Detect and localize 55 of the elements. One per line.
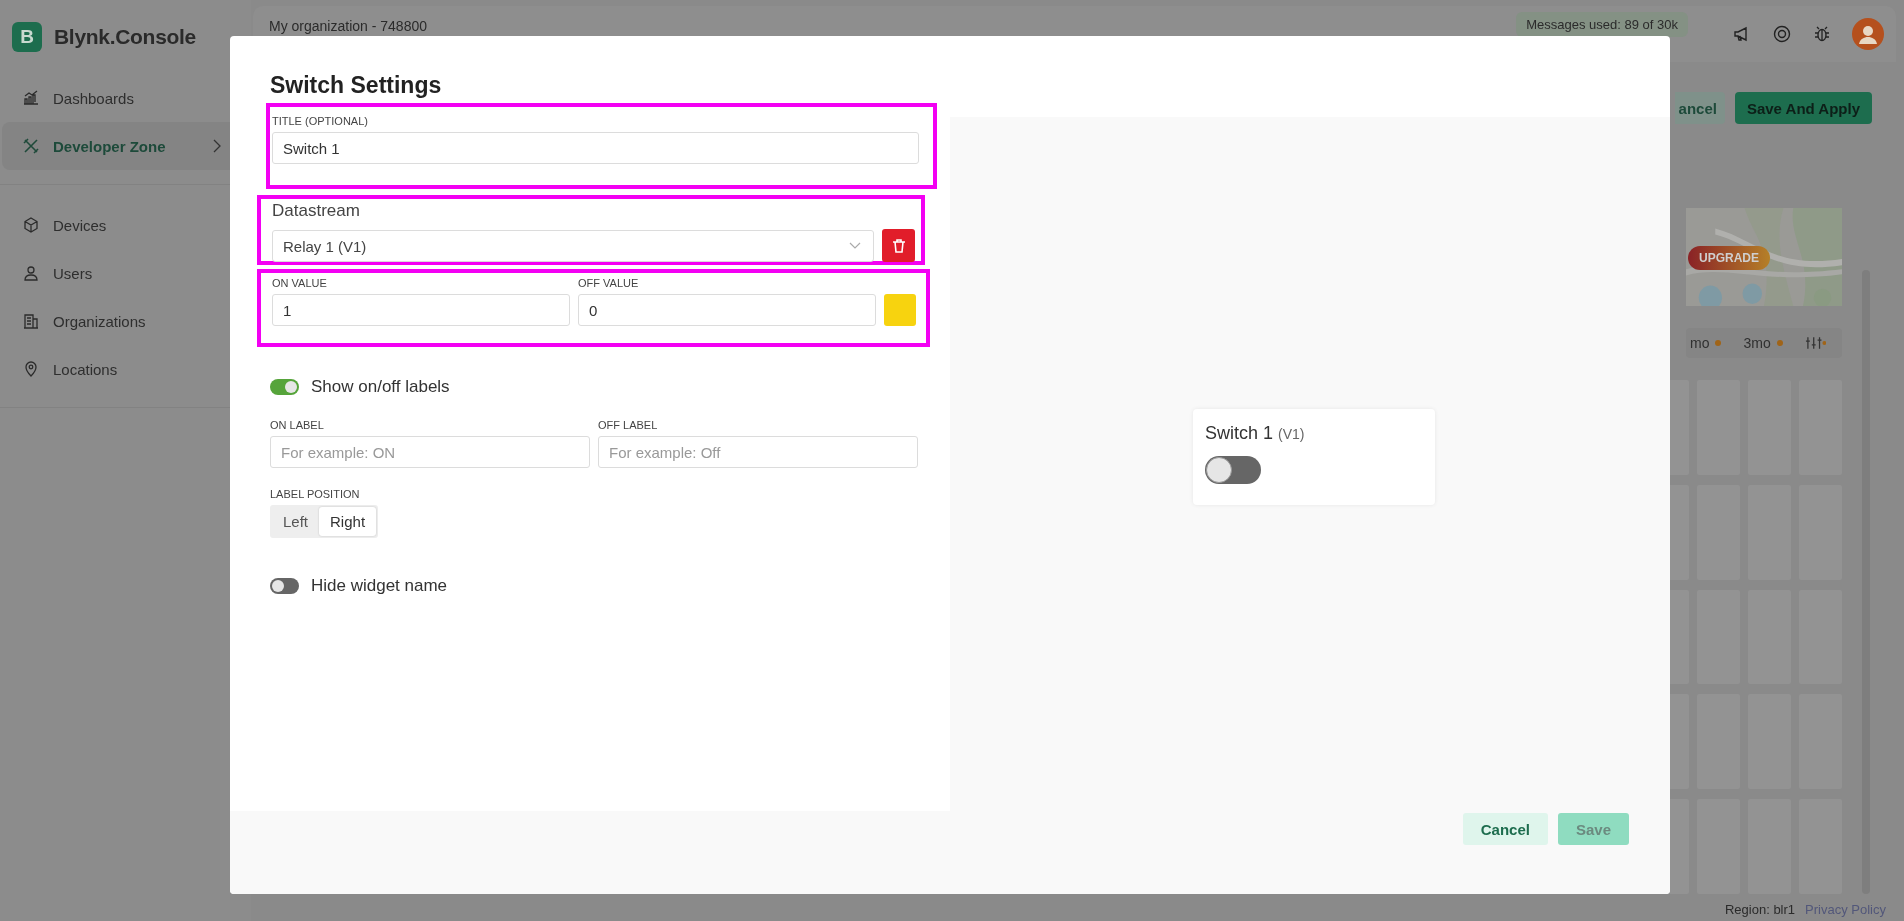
sidebar-item[interactable]: Dashboards (2, 74, 249, 122)
toggle-switch[interactable] (270, 578, 299, 594)
dialog-button[interactable]: Cancel (1462, 813, 1548, 845)
field-label: TITLE (OPTIONAL) (272, 115, 369, 127)
off-value-input[interactable]: 0 (578, 294, 876, 326)
pin-icon (22, 360, 40, 378)
toggle-switch[interactable] (270, 379, 299, 395)
toggle-label: Hide widget name (311, 576, 448, 596)
delete-button[interactable] (882, 229, 915, 262)
sidebar-item[interactable]: Users (2, 249, 249, 297)
brand-name: Blynk.Console (54, 25, 196, 49)
segment-option[interactable]: Right (319, 507, 377, 536)
color-swatch[interactable] (884, 294, 916, 326)
avatar[interactable] (1852, 18, 1884, 50)
on-label-input[interactable]: For example: ON (270, 436, 590, 468)
on-value-input[interactable]: 1 (272, 294, 570, 326)
caret-icon (849, 242, 861, 250)
widget-title: Switch 1 (1205, 423, 1274, 444)
help-icon[interactable] (1772, 24, 1792, 44)
sidebar-item[interactable]: Organizations (2, 297, 249, 345)
trash-icon (890, 237, 907, 254)
field-label: ON LABEL (270, 419, 325, 431)
off-label-input[interactable]: For example: Off (598, 436, 918, 468)
sliders-icon[interactable] (1804, 336, 1826, 350)
toggle-label: Show on/off labels (311, 377, 450, 397)
header-button[interactable]: ancel (1674, 92, 1725, 124)
chart-icon (22, 89, 40, 107)
cube-icon (22, 216, 40, 234)
sidebar-item[interactable]: Devices (2, 201, 249, 249)
user-icon (22, 264, 40, 282)
datastream-select[interactable]: Relay 1 (V1) (272, 230, 874, 262)
pin-label: (V1) (1278, 426, 1305, 442)
header-button[interactable]: Save And Apply (1734, 92, 1872, 124)
section-heading: Datastream (272, 201, 361, 221)
field-label: OFF LABEL (598, 419, 659, 431)
period-tab[interactable]: 3mo (1743, 335, 1783, 351)
period-tab[interactable]: mo (1690, 335, 1722, 351)
field-label: ON VALUE (272, 277, 328, 289)
messages-usage: Messages used: 89 of 30k (1516, 12, 1688, 37)
bug-icon[interactable] (1812, 24, 1832, 44)
field-label: OFF VALUE (578, 277, 640, 289)
tools-icon (22, 137, 40, 155)
dot-icon (1715, 340, 1722, 346)
upgrade-badge[interactable]: UPGRADE (1688, 246, 1770, 270)
sidebar-item[interactable]: Locations (2, 345, 249, 393)
dialog-title: Switch Settings (270, 72, 443, 99)
organization-selector[interactable]: My organization - 748800 (269, 18, 427, 34)
dot-icon (1776, 340, 1783, 346)
field-label: LABEL POSITION (270, 488, 361, 500)
region-label: Region: blr1 (1724, 902, 1796, 917)
segment-option[interactable]: Left (272, 507, 320, 536)
logo-mark: B (12, 22, 42, 52)
building-icon (22, 312, 40, 330)
title-input[interactable]: Switch 1 (272, 132, 919, 164)
switch-widget[interactable] (1205, 456, 1261, 484)
